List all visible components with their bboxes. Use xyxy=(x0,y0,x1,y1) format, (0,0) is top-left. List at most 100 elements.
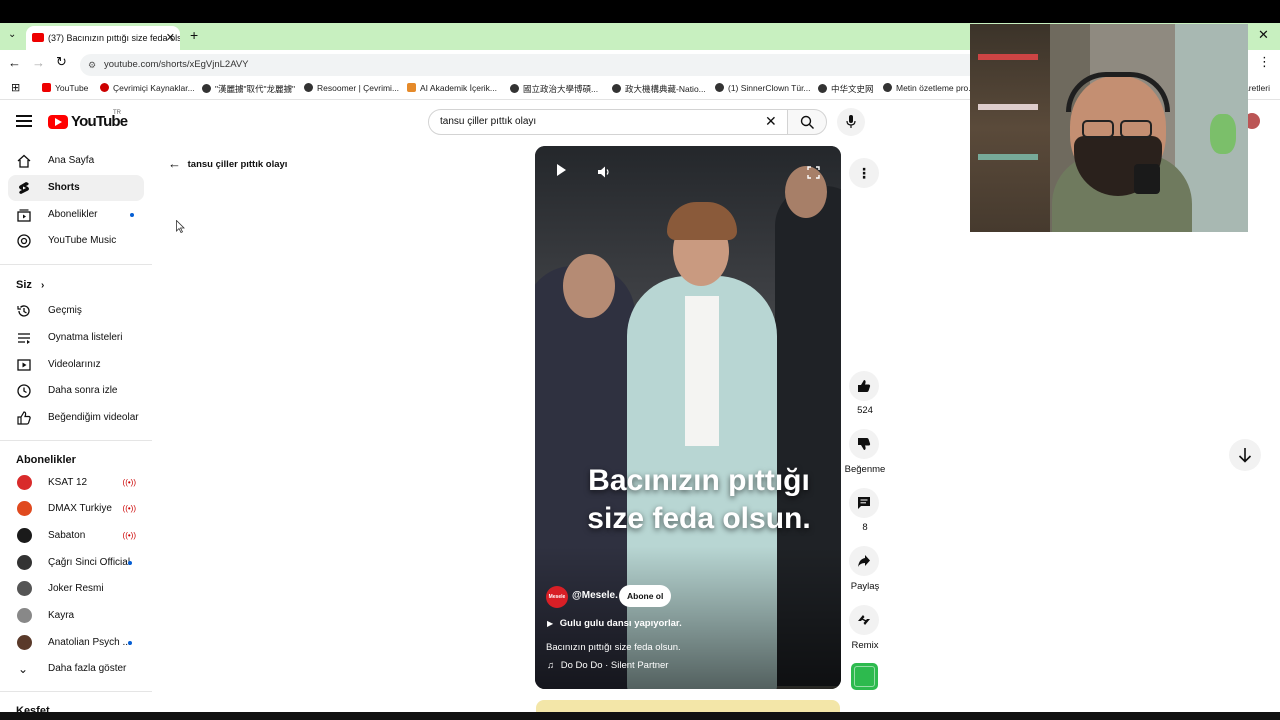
webcam-book xyxy=(978,54,1038,60)
like-button[interactable] xyxy=(849,371,879,401)
os-taskbar xyxy=(0,712,1280,720)
subscriptions-icon xyxy=(17,209,31,222)
sidebar-item-label: Beğendiğim videolar xyxy=(48,412,139,423)
sidebar-item-history[interactable]: Geçmiş xyxy=(8,298,144,324)
sidebar-item-watch-later[interactable]: Daha sonra izle xyxy=(8,378,144,404)
webcam-glasses-left xyxy=(1082,120,1114,138)
sidebar-item-liked-videos[interactable]: Beğendiğim videolar xyxy=(8,405,144,431)
sidebar-item-shorts[interactable]: Shorts xyxy=(8,175,144,201)
bookmark-item[interactable]: (1) SinnerClown Tür... xyxy=(715,83,811,93)
bookmark-item[interactable]: 中华文史网 xyxy=(818,83,874,95)
fullscreen-icon[interactable] xyxy=(807,166,820,179)
site-info-icon[interactable]: ⚙ xyxy=(88,54,96,76)
sidebar-item-subscriptions[interactable]: Abonelikler xyxy=(8,202,144,228)
channel-name: Sabaton xyxy=(48,530,86,541)
share-icon xyxy=(858,555,870,567)
browser-menu-icon[interactable]: ⋮ xyxy=(1258,54,1271,70)
sidebar-item-home[interactable]: Ana Sayfa xyxy=(8,148,144,174)
sidebar-divider xyxy=(0,691,152,692)
channel-avatar xyxy=(17,555,32,570)
chevron-down-icon: ⌄ xyxy=(18,662,29,676)
search-back-link[interactable]: ← tansu çiller pıttık olayı xyxy=(168,156,287,171)
chevron-right-icon: › xyxy=(40,280,45,291)
video-caption-line: size feda olsun. xyxy=(587,502,811,535)
bookmark-item[interactable]: AI Akademik İçerik... xyxy=(407,83,497,93)
related-video-link[interactable]: ▶ Gulu gulu dansı yapıyorlar. xyxy=(547,618,682,629)
search-box[interactable]: tansu çiller pıttık olayı ✕ xyxy=(428,109,788,135)
subscription-item[interactable]: Joker Resmi xyxy=(8,576,144,602)
arrow-down-icon xyxy=(1238,448,1252,463)
back-icon[interactable]: ← xyxy=(8,55,21,70)
bookmark-item[interactable]: YouTube xyxy=(42,83,88,93)
tab-search-icon[interactable]: ⌄ xyxy=(8,29,16,40)
next-short-preview[interactable] xyxy=(536,700,840,712)
sidebar-item-youtube-music[interactable]: YouTube Music xyxy=(8,228,144,254)
close-tab-icon[interactable]: ✕ xyxy=(166,26,175,50)
short-video-player[interactable]: Bacınızın pıttığı size feda olsun. Mesel… xyxy=(535,146,841,689)
forward-icon[interactable]: → xyxy=(32,55,45,70)
video-caption-line: Bacınızın pıttığı xyxy=(588,464,810,497)
sidebar-item-label: Shorts xyxy=(48,182,80,193)
subscription-item[interactable]: KSAT 12 ((•)) xyxy=(8,470,144,496)
webcam-glasses-right xyxy=(1120,120,1152,138)
channel-avatar[interactable]: Mesele xyxy=(546,586,568,608)
channel-avatar xyxy=(17,501,32,516)
channel-name: DMAX Turkiye xyxy=(48,503,112,514)
more-options-icon[interactable]: ⋮ xyxy=(849,158,879,188)
video-face-left xyxy=(563,254,615,318)
bookmark-item[interactable]: Resoomer | Çevrimi... xyxy=(304,83,399,93)
bookmark-item[interactable]: 國立政治大學博碩... xyxy=(510,83,598,95)
play-icon[interactable] xyxy=(557,164,566,176)
close-window-icon[interactable]: ✕ xyxy=(1258,27,1269,43)
subscription-item[interactable]: Kayra xyxy=(8,603,144,629)
sidebar-item-playlists[interactable]: Oynatma listeleri xyxy=(8,325,144,351)
search-input[interactable]: tansu çiller pıttık olayı xyxy=(440,116,536,127)
volume-icon[interactable] xyxy=(597,165,611,179)
bookmark-item[interactable]: Çevrimiçi Kaynaklar... xyxy=(100,83,195,93)
you-section-heading[interactable]: Siz › xyxy=(16,279,44,291)
subscription-item[interactable]: DMAX Turkiye ((•)) xyxy=(8,496,144,522)
search-icon xyxy=(800,115,814,129)
hamburger-menu-icon[interactable] xyxy=(16,115,32,127)
browser-tab[interactable]: (37) Bacınızın pıttığı size feda olsun ✕ xyxy=(26,26,180,50)
clear-search-icon[interactable]: ✕ xyxy=(765,113,777,130)
bookmark-item[interactable]: Metin özetleme pro... xyxy=(883,83,975,93)
comment-icon xyxy=(858,497,870,509)
music-title: Do Do Do · Silent Partner xyxy=(560,660,669,671)
subscription-item[interactable]: Sabaton ((•)) xyxy=(8,523,144,549)
bookmark-item[interactable]: 政大機構典藏-Natio... xyxy=(612,83,706,95)
your-videos-icon xyxy=(17,359,31,371)
webcam-microphone xyxy=(1134,164,1160,194)
apps-grid-icon[interactable]: ⊞ xyxy=(11,81,20,94)
address-bar[interactable]: ⚙ youtube.com/shorts/xEgVjnL2AVY xyxy=(80,54,980,76)
music-link[interactable]: ♫ Do Do Do · Silent Partner xyxy=(547,660,668,671)
remix-label: Remix xyxy=(851,640,879,651)
remix-button[interactable] xyxy=(849,605,879,635)
show-more-button[interactable]: ⌄ Daha fazla göster xyxy=(8,656,144,682)
reload-icon[interactable]: ↻ xyxy=(56,54,67,70)
share-button[interactable] xyxy=(849,546,879,576)
new-content-dot xyxy=(130,213,134,217)
subscription-item[interactable]: Çağrı Sinci Official xyxy=(8,550,144,576)
dislike-button[interactable] xyxy=(849,429,879,459)
live-icon: ((•)) xyxy=(122,504,136,513)
bookmark-item[interactable]: "漢麗擄"取代"龙麗擄" xyxy=(202,83,295,95)
video-blouse-center xyxy=(685,296,719,446)
short-title[interactable]: Bacınızın pıttığı size feda olsun. xyxy=(546,642,681,653)
new-tab-button[interactable]: + xyxy=(190,27,198,43)
youtube-favicon-icon xyxy=(32,33,44,42)
next-short-button[interactable] xyxy=(1229,439,1261,471)
subscription-item[interactable]: Anatolian Psych ... xyxy=(8,630,144,656)
comments-button[interactable] xyxy=(849,488,879,518)
sound-thumbnail[interactable] xyxy=(851,663,878,690)
channel-handle[interactable]: @Mesele. xyxy=(572,590,618,601)
channel-name: Joker Resmi xyxy=(48,583,104,594)
voice-search-button[interactable] xyxy=(837,108,865,136)
search-button[interactable] xyxy=(787,109,827,135)
country-code: TR xyxy=(113,110,121,116)
subscribe-button[interactable]: Abone ol xyxy=(619,585,672,607)
shorts-icon xyxy=(19,182,29,194)
live-icon: ((•)) xyxy=(122,531,136,540)
channel-avatar xyxy=(17,608,32,623)
sidebar-item-your-videos[interactable]: Videolarınız xyxy=(8,352,144,378)
